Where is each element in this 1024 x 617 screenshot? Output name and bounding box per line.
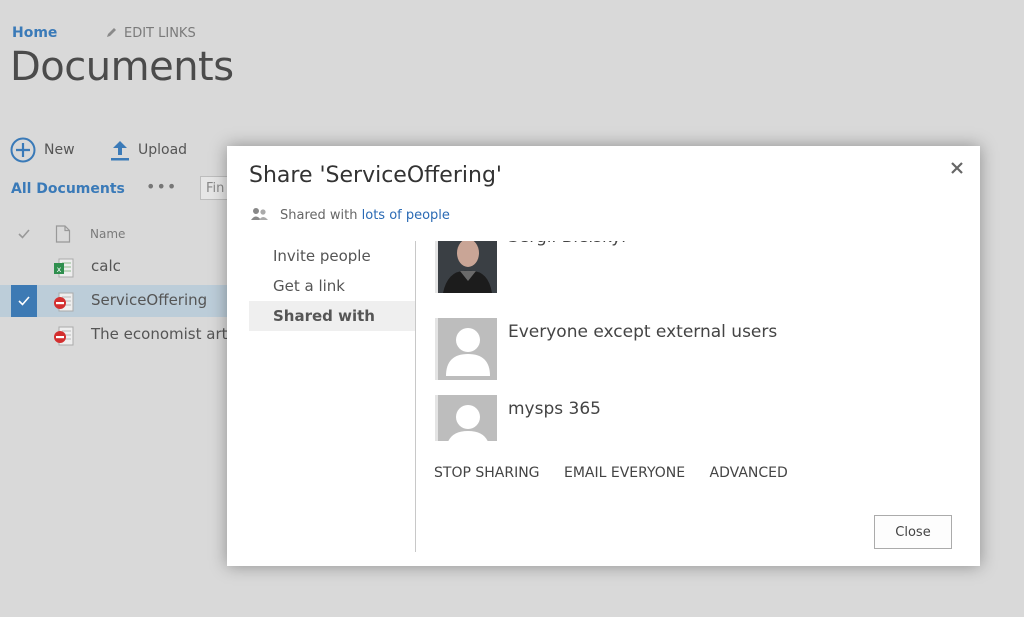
- blocked-file-icon: [53, 326, 75, 350]
- file-name[interactable]: calc: [91, 257, 121, 275]
- person-item: mysps 365: [435, 395, 955, 441]
- edit-links-label: EDIT LINKS: [124, 26, 196, 41]
- more-views-button[interactable]: •••: [146, 177, 177, 196]
- person-item: Sergii Bielskyi: [435, 241, 955, 293]
- avatar-placeholder-icon: [435, 395, 497, 441]
- person-name: mysps 365: [508, 399, 601, 419]
- edit-links-button[interactable]: EDIT LINKS: [106, 26, 196, 41]
- file-name[interactable]: The economist artic: [91, 325, 240, 343]
- column-header-name[interactable]: Name: [90, 227, 125, 241]
- person-name: Everyone except external users: [508, 322, 778, 342]
- close-icon[interactable]: [950, 160, 964, 179]
- home-link[interactable]: Home: [12, 25, 57, 41]
- avatar-photo: [435, 241, 497, 293]
- svg-text:x: x: [57, 265, 62, 274]
- person-item: Everyone except external users: [435, 318, 955, 380]
- shared-prefix: Shared with: [280, 208, 362, 223]
- close-button[interactable]: Close: [874, 515, 952, 549]
- file-type-icon: [55, 225, 71, 246]
- file-name[interactable]: ServiceOffering: [91, 291, 207, 309]
- row-checkbox[interactable]: [11, 319, 37, 351]
- dialog-side-nav: Invite people Get a link Shared with: [249, 241, 416, 331]
- view-switcher: All Documents •••: [11, 177, 176, 197]
- nav-get-a-link[interactable]: Get a link: [249, 271, 416, 301]
- dialog-title: Share 'ServiceOffering': [249, 163, 502, 188]
- nav-divider: [415, 241, 416, 552]
- lots-of-people-link[interactable]: lots of people: [362, 208, 450, 223]
- upload-button[interactable]: Upload: [110, 139, 187, 161]
- shared-people-list[interactable]: Sergii Bielskyi Everyone except external…: [435, 241, 955, 441]
- sharing-actions: STOP SHARING EMAIL EVERYONE ADVANCED: [434, 465, 808, 481]
- page-title: Documents: [10, 44, 234, 90]
- list-row[interactable]: The economist artic: [0, 319, 240, 351]
- list-header: Name: [0, 222, 230, 250]
- new-button[interactable]: New: [10, 137, 75, 163]
- email-everyone-button[interactable]: EMAIL EVERYONE: [564, 465, 685, 481]
- list-row[interactable]: x calc: [0, 251, 228, 283]
- check-icon: [18, 296, 30, 306]
- excel-file-icon: x: [53, 258, 75, 282]
- shared-with-summary: Shared with lots of people: [251, 207, 450, 223]
- stop-sharing-button[interactable]: STOP SHARING: [434, 465, 540, 481]
- nav-shared-with[interactable]: Shared with: [249, 301, 416, 331]
- plus-circle-icon: [10, 137, 36, 163]
- row-checkbox[interactable]: [11, 251, 37, 283]
- breadcrumb: Home: [12, 25, 57, 41]
- upload-label: Upload: [138, 142, 188, 158]
- row-checkbox[interactable]: [11, 285, 37, 317]
- share-dialog: Share 'ServiceOffering' Shared with lots…: [227, 146, 980, 566]
- advanced-button[interactable]: ADVANCED: [710, 465, 788, 481]
- pencil-icon: [107, 28, 116, 37]
- person-name: Sergii Bielskyi: [508, 241, 626, 247]
- view-all-documents[interactable]: All Documents: [11, 181, 125, 197]
- avatar-placeholder-icon: [435, 318, 497, 380]
- list-row[interactable]: ServiceOffering: [0, 285, 228, 317]
- new-label: New: [44, 142, 75, 158]
- nav-invite-people[interactable]: Invite people: [249, 241, 416, 271]
- select-all-check-icon[interactable]: [18, 228, 30, 242]
- blocked-file-icon: [53, 292, 75, 316]
- upload-icon: [111, 141, 129, 161]
- people-icon: [251, 208, 268, 220]
